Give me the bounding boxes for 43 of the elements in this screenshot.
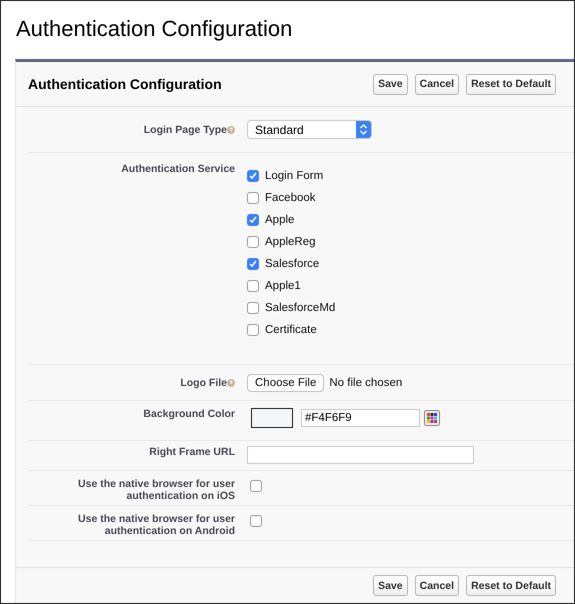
header-button[interactable]: Save: [373, 74, 408, 94]
checkbox[interactable]: [247, 170, 259, 182]
color-picker-icon[interactable]: [424, 410, 440, 426]
field-label: Login Page Type: [144, 124, 227, 136]
panel-title: Authentication Configuration: [28, 76, 223, 92]
stepper-arrows-icon[interactable]: [356, 121, 371, 138]
footer-button[interactable]: Reset to Default: [466, 575, 556, 596]
option-label: AppleReg: [265, 236, 316, 248]
select-field[interactable]: Standard: [247, 120, 372, 139]
option-label: Login Form: [265, 170, 324, 182]
help-icon[interactable]: [227, 126, 235, 134]
checkbox[interactable]: [247, 258, 259, 270]
option-label: Salesforce: [265, 258, 320, 270]
field-label: Use the native browser for user authentication on Android: [77, 513, 235, 537]
checkbox[interactable]: [247, 302, 259, 314]
field-label: Authentication Service: [121, 163, 235, 175]
field-label: Background Color: [143, 408, 235, 420]
page-title: Authentication Configuration: [16, 16, 294, 43]
header-button[interactable]: Cancel: [414, 74, 460, 94]
footer-button[interactable]: Cancel: [414, 575, 460, 596]
checkbox[interactable]: [247, 214, 259, 226]
url-field[interactable]: [247, 446, 474, 464]
header-button[interactable]: Reset to Default: [466, 74, 556, 94]
field-label: Use the native browser for user authentication on iOS: [77, 478, 235, 502]
file-status: No file chosen: [329, 376, 402, 388]
checkbox[interactable]: [247, 280, 259, 292]
checkbox[interactable]: [247, 324, 259, 336]
option-label: Certificate: [265, 324, 317, 336]
choose-file-button[interactable]: Choose File: [247, 374, 324, 392]
option-label: Apple: [265, 214, 294, 226]
color-field[interactable]: #F4F6F9: [301, 409, 420, 427]
checkbox[interactable]: [250, 480, 262, 492]
footer-button[interactable]: Save: [373, 575, 408, 596]
checkbox[interactable]: [247, 236, 259, 248]
checkbox[interactable]: [250, 515, 262, 527]
color-swatch[interactable]: [251, 408, 293, 428]
checkbox[interactable]: [247, 192, 259, 204]
help-icon[interactable]: [227, 378, 235, 386]
option-label: Facebook: [265, 192, 316, 204]
field-label: Right Frame URL: [149, 446, 235, 458]
option-label: SalesforceMd: [265, 302, 336, 314]
field-label: Logo File: [180, 376, 227, 388]
option-label: Apple1: [265, 280, 301, 292]
